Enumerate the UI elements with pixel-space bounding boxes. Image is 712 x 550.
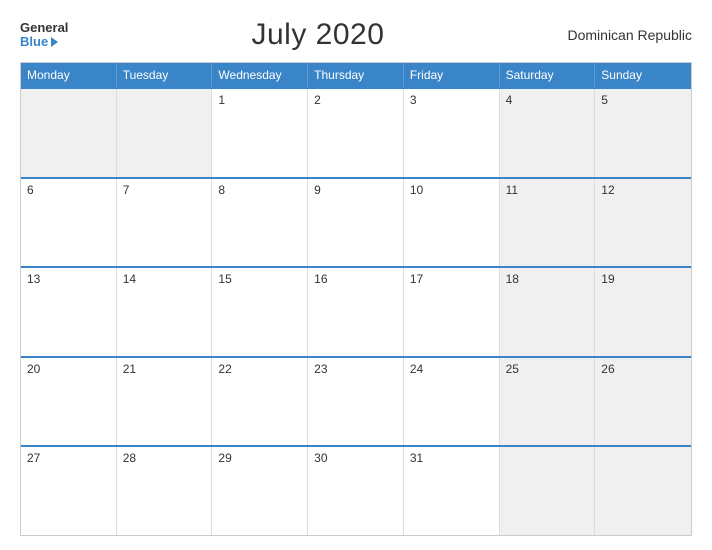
cell-w4-fri: 24 bbox=[404, 358, 500, 446]
header-wednesday: Wednesday bbox=[212, 63, 308, 87]
cell-w3-sat: 18 bbox=[500, 268, 596, 356]
cell-w4-thu: 23 bbox=[308, 358, 404, 446]
cell-w2-mon: 6 bbox=[21, 179, 117, 267]
calendar-header: Monday Tuesday Wednesday Thursday Friday… bbox=[21, 63, 691, 87]
week-row-3: 13 14 15 16 17 18 19 bbox=[21, 266, 691, 356]
cell-w5-tue: 28 bbox=[117, 447, 213, 535]
cell-w4-sun: 26 bbox=[595, 358, 691, 446]
cell-w2-sat: 11 bbox=[500, 179, 596, 267]
week-row-2: 6 7 8 9 10 11 12 bbox=[21, 177, 691, 267]
country-label: Dominican Republic bbox=[567, 27, 692, 43]
header-tuesday: Tuesday bbox=[117, 63, 213, 87]
cell-w5-thu: 30 bbox=[308, 447, 404, 535]
cell-w2-fri: 10 bbox=[404, 179, 500, 267]
week-row-5: 27 28 29 30 31 bbox=[21, 445, 691, 535]
header: General Blue July 2020 Dominican Republi… bbox=[20, 18, 692, 52]
cell-w3-tue: 14 bbox=[117, 268, 213, 356]
week-row-1: 1 2 3 4 5 bbox=[21, 87, 691, 177]
cell-w5-sat bbox=[500, 447, 596, 535]
cell-w3-mon: 13 bbox=[21, 268, 117, 356]
cell-w4-mon: 20 bbox=[21, 358, 117, 446]
logo-general-text: General bbox=[20, 21, 68, 35]
cell-w5-fri: 31 bbox=[404, 447, 500, 535]
cell-w3-thu: 16 bbox=[308, 268, 404, 356]
cell-w1-sat: 4 bbox=[500, 89, 596, 177]
cell-w4-sat: 25 bbox=[500, 358, 596, 446]
cell-w2-sun: 12 bbox=[595, 179, 691, 267]
header-monday: Monday bbox=[21, 63, 117, 87]
cell-w3-fri: 17 bbox=[404, 268, 500, 356]
logo: General Blue bbox=[20, 21, 68, 50]
cell-w2-wed: 8 bbox=[212, 179, 308, 267]
cell-w4-wed: 22 bbox=[212, 358, 308, 446]
cell-w1-mon bbox=[21, 89, 117, 177]
week-row-4: 20 21 22 23 24 25 26 bbox=[21, 356, 691, 446]
header-saturday: Saturday bbox=[500, 63, 596, 87]
logo-triangle-icon bbox=[51, 37, 58, 47]
header-thursday: Thursday bbox=[308, 63, 404, 87]
cell-w1-wed: 1 bbox=[212, 89, 308, 177]
cell-w2-tue: 7 bbox=[117, 179, 213, 267]
header-friday: Friday bbox=[404, 63, 500, 87]
cell-w5-wed: 29 bbox=[212, 447, 308, 535]
cell-w3-wed: 15 bbox=[212, 268, 308, 356]
cell-w1-fri: 3 bbox=[404, 89, 500, 177]
cell-w5-sun bbox=[595, 447, 691, 535]
cell-w1-thu: 2 bbox=[308, 89, 404, 177]
calendar-grid: Monday Tuesday Wednesday Thursday Friday… bbox=[20, 62, 692, 536]
cell-w2-thu: 9 bbox=[308, 179, 404, 267]
header-sunday: Sunday bbox=[595, 63, 691, 87]
calendar-page: General Blue July 2020 Dominican Republi… bbox=[0, 0, 712, 550]
cell-w4-tue: 21 bbox=[117, 358, 213, 446]
logo-blue-text: Blue bbox=[20, 35, 68, 49]
cell-w5-mon: 27 bbox=[21, 447, 117, 535]
calendar-body: 1 2 3 4 5 6 7 8 9 10 11 12 13 14 15 bbox=[21, 87, 691, 535]
cell-w1-tue bbox=[117, 89, 213, 177]
cell-w1-sun: 5 bbox=[595, 89, 691, 177]
month-title: July 2020 bbox=[251, 18, 384, 52]
cell-w3-sun: 19 bbox=[595, 268, 691, 356]
